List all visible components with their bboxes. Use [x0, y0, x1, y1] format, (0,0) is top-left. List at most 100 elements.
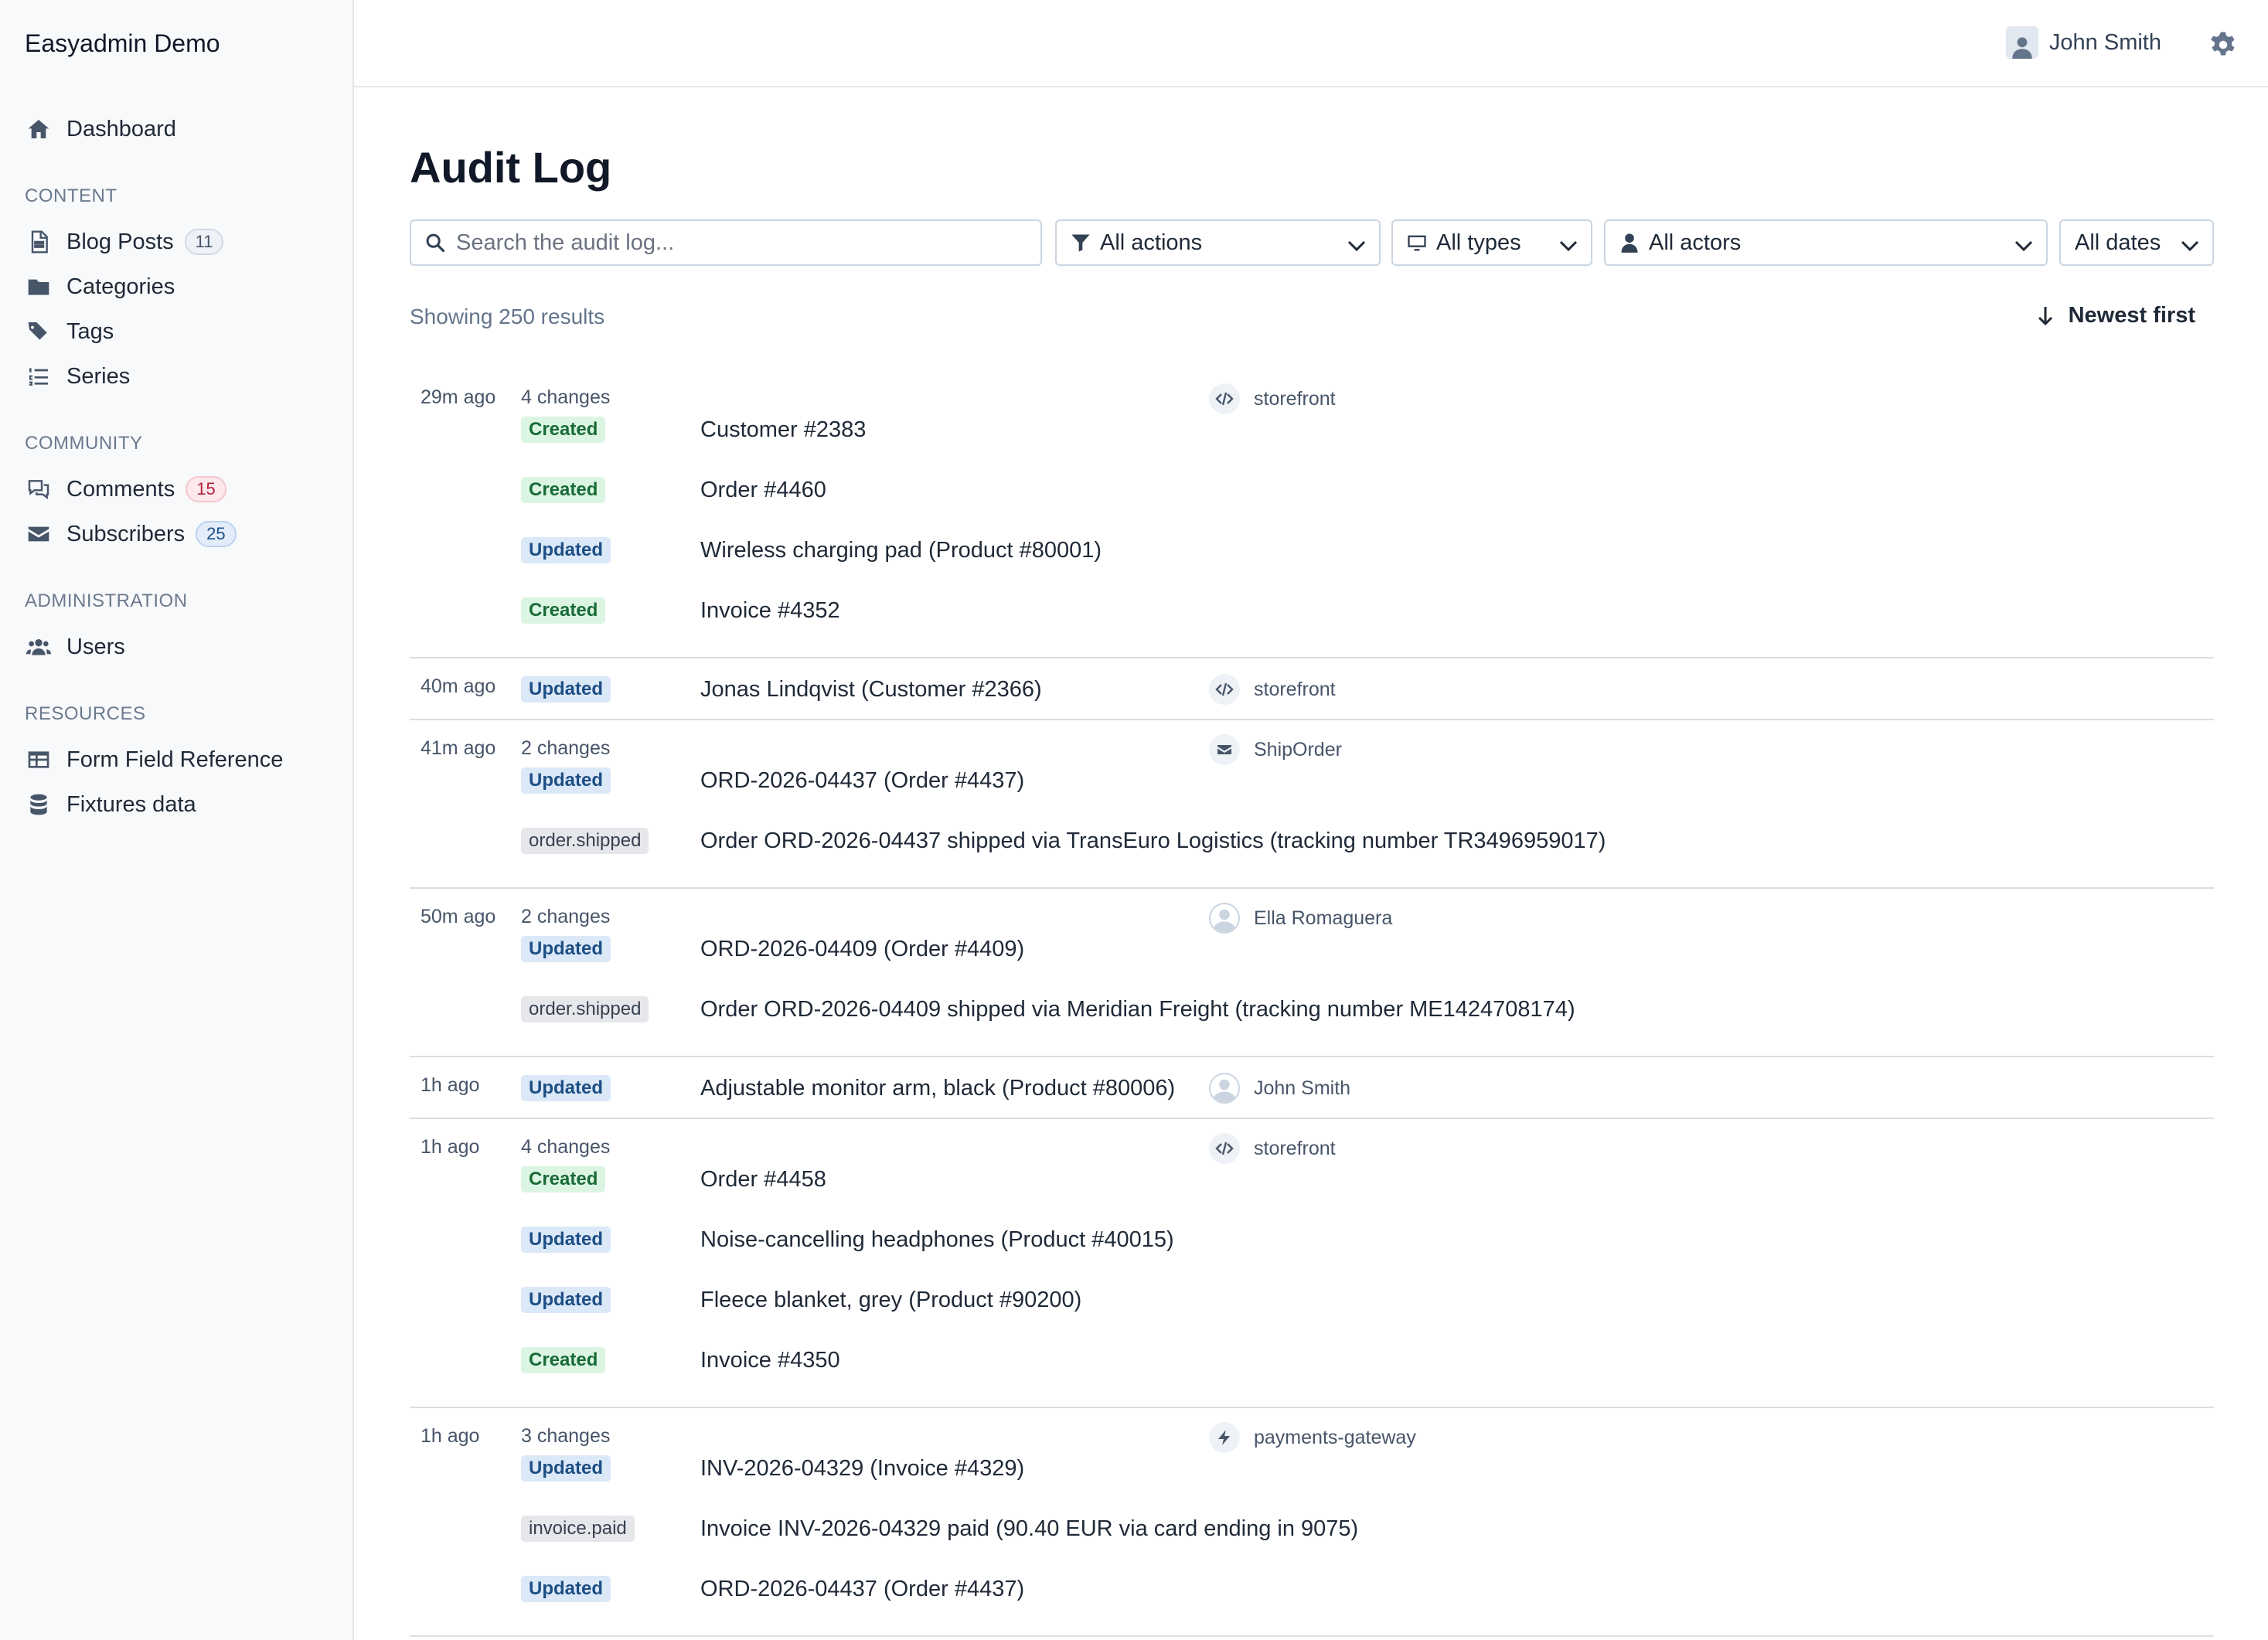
- ordered-list-icon: [25, 362, 53, 390]
- log-entry: 29m ago 4 changes storefront Created Custome…: [410, 369, 2214, 658]
- change-row[interactable]: Created Invoice #4352: [521, 595, 1835, 626]
- actors-filter[interactable]: All actors: [1604, 219, 2048, 266]
- entry-actor[interactable]: Ella Romaguera: [1209, 903, 1392, 934]
- change-row[interactable]: Updated Fleece blanket, grey (Product #90…: [521, 1284, 1835, 1315]
- app-title[interactable]: Easyadmin Demo: [25, 29, 220, 58]
- sidebar-item-subscribers[interactable]: Subscribers 25: [25, 515, 237, 553]
- sidebar-item-fixtures-data[interactable]: Fixtures data: [25, 786, 196, 823]
- change-row[interactable]: Updated ORD-2026-04437 (Order #4437): [521, 765, 1835, 796]
- tags-icon: [25, 318, 53, 345]
- log-entry: 50m ago 2 changes Ella Romaguera Updated ORD…: [410, 889, 2214, 1057]
- change-row[interactable]: Created Customer #2383: [521, 414, 1835, 445]
- types-filter[interactable]: All types: [1391, 219, 1592, 266]
- change-description: INV-2026-04329 (Invoice #4329): [700, 1455, 1025, 1481]
- dates-filter[interactable]: All dates: [2059, 219, 2214, 266]
- entry-time: 1h ago: [421, 1074, 480, 1096]
- actors-filter-value: All actors: [1649, 230, 1742, 255]
- entry-actor-name: payments-gateway: [1254, 1426, 1416, 1448]
- sidebar-item-label: Fixtures data: [66, 791, 196, 817]
- change-description: Invoice #4352: [700, 597, 840, 623]
- search-input[interactable]: [455, 229, 1030, 257]
- entry-actor-name: Ella Romaguera: [1254, 907, 1393, 929]
- chevron-down-icon: [2180, 235, 2200, 252]
- change-row[interactable]: Created Order #4460: [521, 475, 1835, 505]
- sidebar-item-comments[interactable]: Comments 15: [25, 471, 226, 508]
- entry-time: 1h ago: [421, 1425, 480, 1447]
- entry-time: 50m ago: [421, 906, 496, 927]
- entry-actor[interactable]: ShipOrder: [1209, 734, 1342, 765]
- arrow-down-icon: [2038, 306, 2052, 325]
- change-description: Invoice INV-2026-04329 paid (90.40 EUR v…: [700, 1516, 1359, 1541]
- change-description: Noise-cancelling headphones (Product #40…: [700, 1227, 1174, 1252]
- sidebar-item-tags[interactable]: Tags: [25, 313, 114, 350]
- action-badge: Created: [521, 477, 606, 503]
- sidebar-item-blog-posts[interactable]: Blog Posts 11: [25, 223, 224, 260]
- page-title: Audit Log: [410, 143, 612, 192]
- document-icon: [25, 228, 53, 256]
- sidebar-item-users[interactable]: Users: [25, 628, 125, 665]
- action-badge: Updated: [521, 1227, 611, 1253]
- entry-actor[interactable]: storefront: [1209, 383, 1336, 414]
- change-description: ORD-2026-04409 (Order #4409): [700, 936, 1025, 961]
- chevron-down-icon: [2014, 235, 2034, 252]
- entry-actor[interactable]: payments-gateway: [1209, 1422, 1416, 1453]
- change-row[interactable]: order.shipped Order ORD-2026-04409 shippe…: [521, 994, 1835, 1025]
- action-badge: Created: [521, 1347, 606, 1373]
- avatar: [2005, 26, 2038, 59]
- entry-actor[interactable]: storefront: [1209, 1133, 1336, 1164]
- sort-toggle[interactable]: Newest first: [2036, 303, 2195, 328]
- actions-filter[interactable]: All actions: [1055, 219, 1381, 266]
- sidebar-item-label: Comments: [66, 476, 175, 502]
- sidebar: Easyadmin Demo Dashboard CONTENT Blog Po…: [0, 0, 354, 1640]
- entry-change-count: 2 changes: [521, 906, 611, 927]
- change-row[interactable]: Created Invoice #4350: [521, 1345, 1835, 1376]
- change-description: Order #4460: [700, 477, 826, 502]
- envelope-icon: [1209, 734, 1240, 765]
- gear-icon[interactable]: [2209, 31, 2237, 59]
- action-badge: order.shipped: [521, 996, 649, 1022]
- sidebar-item-label: Categories: [66, 274, 175, 299]
- change-description: ORD-2026-04437 (Order #4437): [700, 1576, 1025, 1601]
- actions-filter-value: All actions: [1100, 230, 1203, 255]
- user-icon: [1618, 231, 1641, 254]
- search-field[interactable]: [410, 219, 1042, 266]
- change-row[interactable]: invoice.paid Invoice INV-2026-04329 paid …: [521, 1513, 1835, 1544]
- action-badge: Updated: [521, 1576, 611, 1602]
- sidebar-item-series[interactable]: Series: [25, 358, 130, 395]
- action-badge: Updated: [521, 936, 611, 962]
- count-badge: 25: [196, 521, 237, 547]
- entry-actor-name: storefront: [1254, 387, 1336, 410]
- change-row[interactable]: Created Order #4458: [521, 1164, 1835, 1195]
- sidebar-item-categories[interactable]: Categories: [25, 268, 175, 305]
- change-row[interactable]: Updated ORD-2026-04409 (Order #4409): [521, 934, 1835, 965]
- sidebar-item-form-field-reference[interactable]: Form Field Reference: [25, 741, 283, 778]
- change-description: Adjustable monitor arm, black (Product #…: [700, 1075, 1176, 1101]
- log-entry: 1h ago 3 changes payments-gateway Updated IN…: [410, 1408, 2214, 1637]
- change-row[interactable]: Updated Noise-cancelling headphones (Prod…: [521, 1224, 1835, 1255]
- sidebar-item-label: Blog Posts: [66, 229, 174, 254]
- section-title-administration: ADMINISTRATION: [25, 590, 188, 611]
- change-row[interactable]: Updated INV-2026-04329 (Invoice #4329): [521, 1453, 1835, 1484]
- sidebar-item-label: Form Field Reference: [66, 747, 284, 772]
- change-row[interactable]: Updated Adjustable monitor arm, black (Pr…: [521, 1073, 1835, 1104]
- audit-log-list: 29m ago 4 changes storefront Created Custome…: [410, 369, 2214, 1637]
- action-badge: invoice.paid: [521, 1516, 635, 1542]
- change-row[interactable]: Updated Jonas Lindqvist (Customer #2366): [521, 674, 1835, 705]
- change-row[interactable]: Updated Wireless charging pad (Product #8…: [521, 535, 1835, 566]
- action-badge: Updated: [521, 1455, 611, 1482]
- table-icon: [25, 746, 53, 774]
- change-row[interactable]: order.shipped Order ORD-2026-04437 shippe…: [521, 825, 1835, 856]
- action-badge: Updated: [521, 537, 611, 563]
- sidebar-item-dashboard[interactable]: Dashboard: [25, 111, 176, 148]
- sort-label: Newest first: [2068, 303, 2195, 328]
- change-description: Jonas Lindqvist (Customer #2366): [700, 676, 1042, 702]
- user-menu[interactable]: John Smith: [2005, 26, 2161, 59]
- database-icon: [25, 791, 53, 818]
- change-description: Wireless charging pad (Product #80001): [700, 537, 1102, 563]
- log-entry: 1h ago John Smith Updated Adjustable monito…: [410, 1057, 2214, 1119]
- change-row[interactable]: Updated ORD-2026-04437 (Order #4437): [521, 1574, 1835, 1604]
- change-description: Invoice #4350: [700, 1347, 840, 1373]
- entry-time: 40m ago: [421, 675, 496, 697]
- search-icon: [424, 231, 447, 254]
- entry-time: 29m ago: [421, 386, 496, 408]
